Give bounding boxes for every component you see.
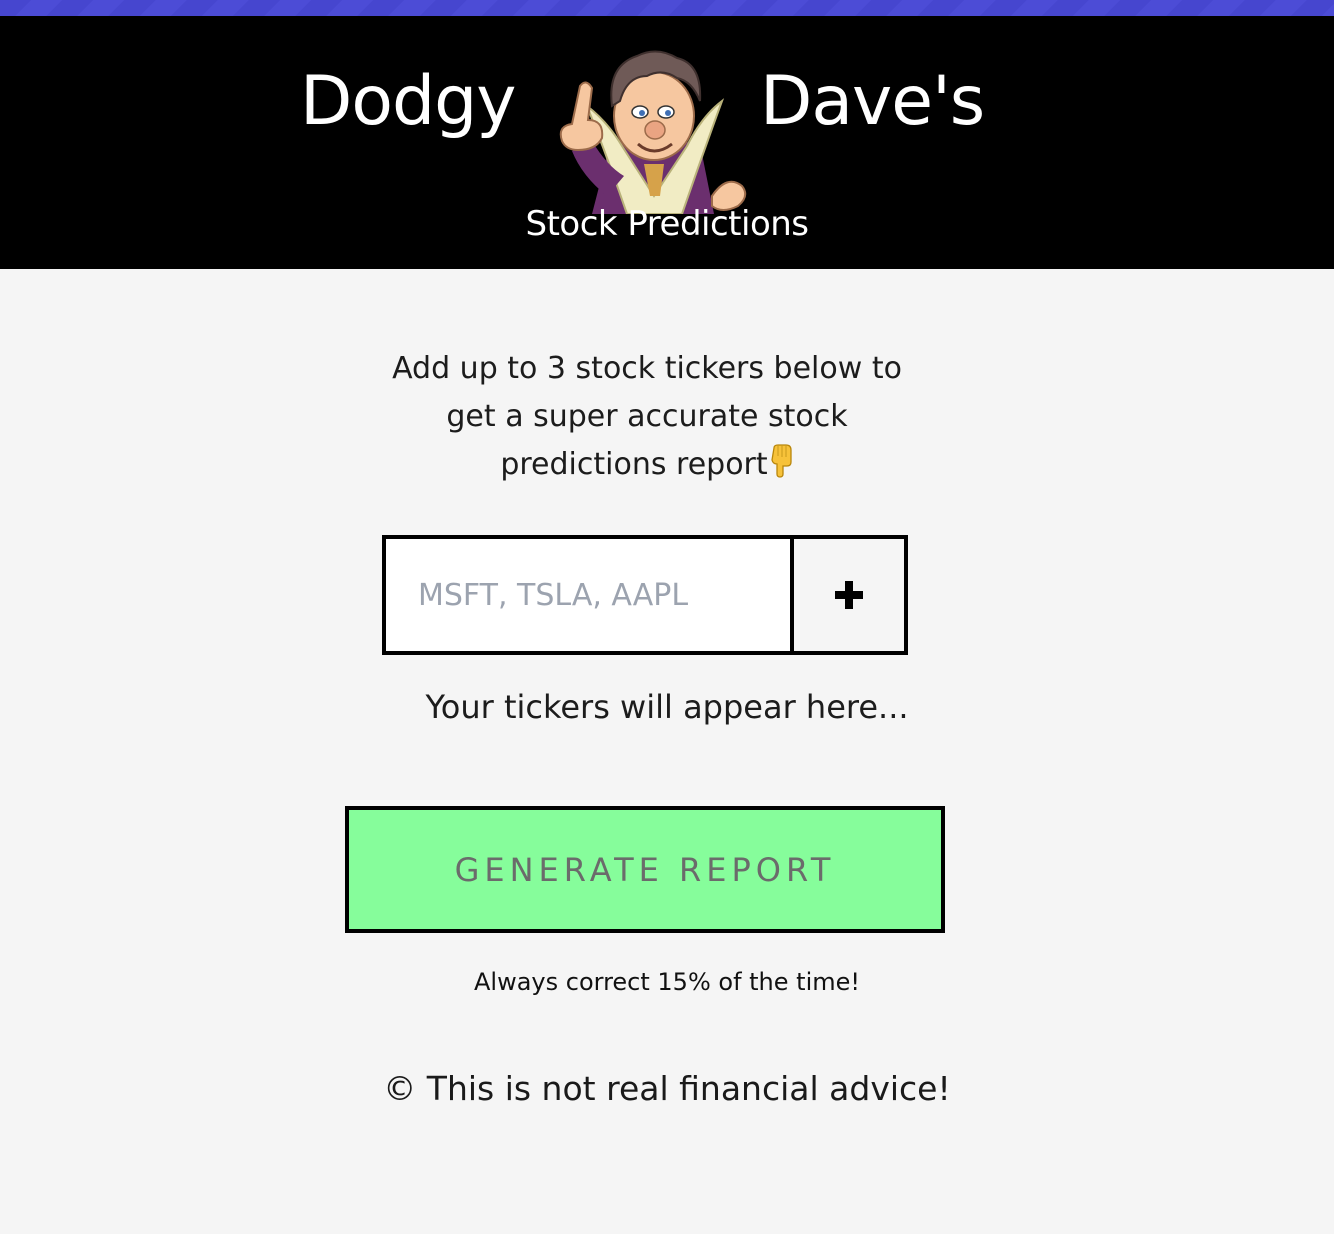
ticker-entry-row <box>382 535 908 655</box>
ticker-input[interactable] <box>386 539 790 651</box>
brand-title-left: Dodgy <box>300 62 517 141</box>
tickers-placeholder-text: Your tickers will appear here... <box>425 688 909 726</box>
generate-report-button[interactable]: GENERATE REPORT <box>345 806 945 933</box>
pointing-down-hand-icon <box>770 444 792 478</box>
tagline: Always correct 15% of the time! <box>473 968 860 996</box>
plus-icon <box>835 581 863 609</box>
disclaimer-footer: © This is not real financial advice! <box>383 1069 951 1108</box>
site-header: Dodgy Dave's Stock Predictions <box>0 16 1334 269</box>
mascot-icon <box>559 50 747 214</box>
site-subtitle: Stock Predictions <box>525 204 809 244</box>
intro-text: Add up to 3 stock tickers below to get a… <box>367 345 927 489</box>
top-accent-strip <box>0 0 1334 16</box>
brand-title-right: Dave's <box>760 62 985 141</box>
add-ticker-button[interactable] <box>790 539 904 651</box>
intro-text-content: Add up to 3 stock tickers below to get a… <box>392 351 902 482</box>
